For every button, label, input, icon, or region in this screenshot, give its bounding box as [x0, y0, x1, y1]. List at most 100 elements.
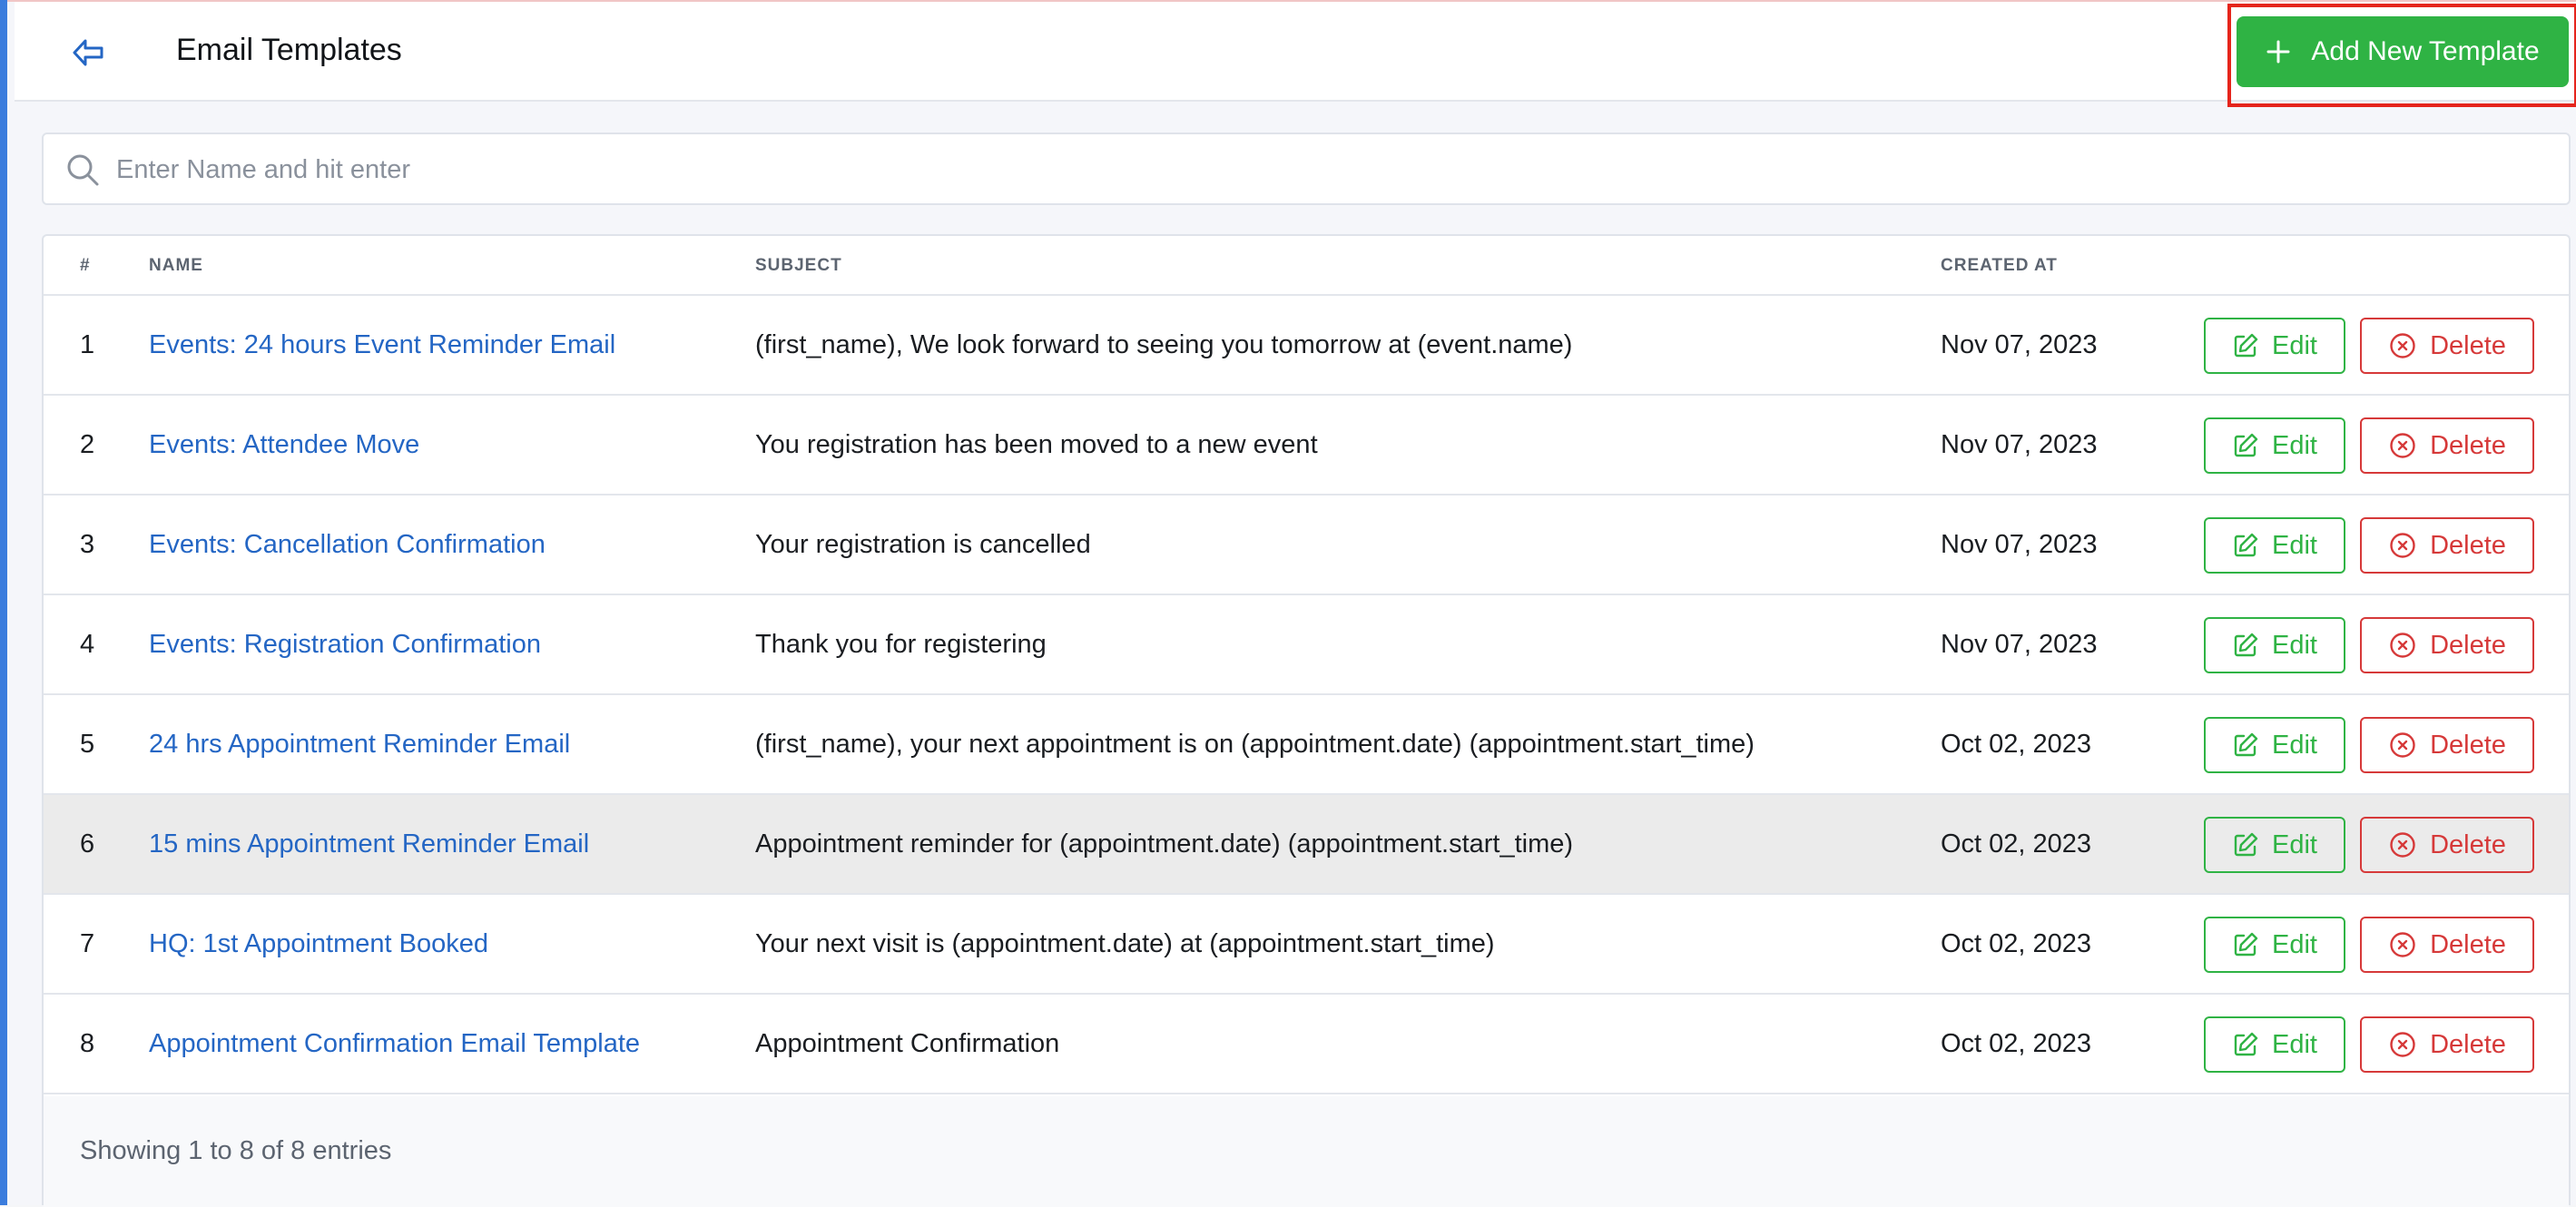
template-subject: Your registration is cancelled	[755, 530, 1091, 559]
delete-button[interactable]: Delete	[2360, 717, 2534, 773]
delete-button[interactable]: Delete	[2360, 318, 2534, 374]
delete-button[interactable]: Delete	[2360, 417, 2534, 474]
row-number: 3	[80, 530, 95, 559]
templates-table: # NAME SUBJECT CREATED AT 1 Events: 24 ho…	[42, 234, 2571, 1207]
column-header-subject: SUBJECT	[755, 256, 842, 275]
template-name-link[interactable]: 24 hrs Appointment Reminder Email	[149, 730, 570, 760]
table-header: # NAME SUBJECT CREATED AT	[44, 236, 2569, 296]
delete-button[interactable]: Delete	[2360, 517, 2534, 574]
add-new-template-label: Add New Template	[2311, 36, 2540, 66]
template-name-link[interactable]: Events: 24 hours Event Reminder Email	[149, 330, 615, 360]
delete-label: Delete	[2430, 630, 2506, 660]
close-circle-icon	[2390, 333, 2415, 358]
entries-info: Showing 1 to 8 of 8 entries	[80, 1136, 392, 1165]
row-number: 7	[80, 929, 95, 958]
plus-icon	[2266, 40, 2290, 64]
created-at: Oct 02, 2023	[1941, 929, 2092, 958]
template-subject: You registration has been moved to a new…	[755, 430, 1318, 459]
search-input[interactable]	[116, 145, 2549, 194]
row-number: 2	[80, 430, 95, 459]
table-row: 3 Events: Cancellation Confirmation Your r…	[44, 496, 2569, 595]
created-at: Nov 07, 2023	[1941, 330, 2098, 359]
edit-label: Edit	[2272, 330, 2317, 360]
template-name-link[interactable]: Events: Attendee Move	[149, 430, 419, 460]
edit-icon	[2234, 333, 2258, 358]
edit-button[interactable]: Edit	[2204, 617, 2345, 673]
search-bar	[42, 132, 2571, 205]
back-button[interactable]	[62, 29, 116, 76]
delete-label: Delete	[2430, 829, 2506, 859]
delete-label: Delete	[2430, 530, 2506, 560]
table-row: 7 HQ: 1st Appointment Booked Your next vis…	[44, 895, 2569, 995]
template-subject: Your next visit is (appointment.date) at…	[755, 929, 1495, 958]
close-circle-icon	[2390, 633, 2415, 658]
edit-button[interactable]: Edit	[2204, 318, 2345, 374]
created-at: Nov 07, 2023	[1941, 530, 2098, 559]
close-circle-icon	[2390, 433, 2415, 458]
edit-button[interactable]: Edit	[2204, 517, 2345, 574]
delete-label: Delete	[2430, 929, 2506, 959]
edit-label: Edit	[2272, 630, 2317, 660]
delete-label: Delete	[2430, 430, 2506, 460]
edit-button[interactable]: Edit	[2204, 417, 2345, 474]
created-at: Oct 02, 2023	[1941, 730, 2092, 759]
template-subject: Appointment reminder for (appointment.da…	[755, 829, 1574, 859]
edit-label: Edit	[2272, 929, 2317, 959]
app-frame: Email Templates Add New Template # NAME …	[0, 0, 2576, 1207]
table-row: 4 Events: Registration Confirmation Thank …	[44, 595, 2569, 695]
delete-button[interactable]: Delete	[2360, 617, 2534, 673]
edit-label: Edit	[2272, 430, 2317, 460]
page-title: Email Templates	[176, 33, 402, 67]
template-name-link[interactable]: 15 mins Appointment Reminder Email	[149, 829, 589, 859]
created-at: Nov 07, 2023	[1941, 430, 2098, 459]
close-circle-icon	[2390, 533, 2415, 558]
close-circle-icon	[2390, 732, 2415, 758]
search-icon	[67, 154, 99, 186]
edit-icon	[2234, 932, 2258, 957]
delete-button[interactable]: Delete	[2360, 917, 2534, 973]
table-row: 6 15 mins Appointment Reminder Email Appoi…	[44, 795, 2569, 895]
row-number: 8	[80, 1029, 95, 1058]
edit-icon	[2234, 533, 2258, 557]
edit-label: Edit	[2272, 1029, 2317, 1059]
delete-button[interactable]: Delete	[2360, 817, 2534, 873]
edit-icon	[2234, 433, 2258, 457]
edit-icon	[2234, 1032, 2258, 1056]
edit-icon	[2234, 732, 2258, 757]
table-row: 1 Events: 24 hours Event Reminder Email (f…	[44, 296, 2569, 396]
edit-label: Edit	[2272, 829, 2317, 859]
delete-label: Delete	[2430, 330, 2506, 360]
column-header-created-at: CREATED AT	[1941, 256, 2058, 275]
template-subject: (first_name), We look forward to seeing …	[755, 330, 1573, 359]
delete-button[interactable]: Delete	[2360, 1016, 2534, 1073]
template-subject: Thank you for registering	[755, 630, 1047, 659]
table-footer: Showing 1 to 8 of 8 entries	[44, 1096, 2569, 1207]
template-name-link[interactable]: Appointment Confirmation Email Template	[149, 1029, 640, 1059]
row-number: 5	[80, 730, 95, 759]
edit-label: Edit	[2272, 530, 2317, 560]
arrow-left-icon	[73, 39, 103, 66]
add-new-template-button[interactable]: Add New Template	[2237, 16, 2569, 87]
template-name-link[interactable]: HQ: 1st Appointment Booked	[149, 929, 488, 959]
row-number: 4	[80, 630, 95, 659]
column-header-name: NAME	[149, 256, 203, 275]
edit-icon	[2234, 633, 2258, 657]
edit-button[interactable]: Edit	[2204, 1016, 2345, 1073]
edit-icon	[2234, 832, 2258, 857]
table-row: 2 Events: Attendee Move You registration h…	[44, 396, 2569, 496]
edit-button[interactable]: Edit	[2204, 717, 2345, 773]
template-name-link[interactable]: Events: Cancellation Confirmation	[149, 530, 546, 560]
edit-button[interactable]: Edit	[2204, 917, 2345, 973]
edit-label: Edit	[2272, 730, 2317, 760]
close-circle-icon	[2390, 1032, 2415, 1057]
row-number: 1	[80, 330, 95, 359]
template-name-link[interactable]: Events: Registration Confirmation	[149, 630, 541, 660]
template-subject: (first_name), your next appointment is o…	[755, 730, 1755, 759]
page-header: Email Templates	[15, 2, 2576, 102]
column-header-num: #	[80, 256, 91, 275]
delete-label: Delete	[2430, 1029, 2506, 1059]
table-row: 8 Appointment Confirmation Email Template…	[44, 995, 2569, 1094]
close-circle-icon	[2390, 832, 2415, 858]
edit-button[interactable]: Edit	[2204, 817, 2345, 873]
created-at: Oct 02, 2023	[1941, 829, 2092, 859]
